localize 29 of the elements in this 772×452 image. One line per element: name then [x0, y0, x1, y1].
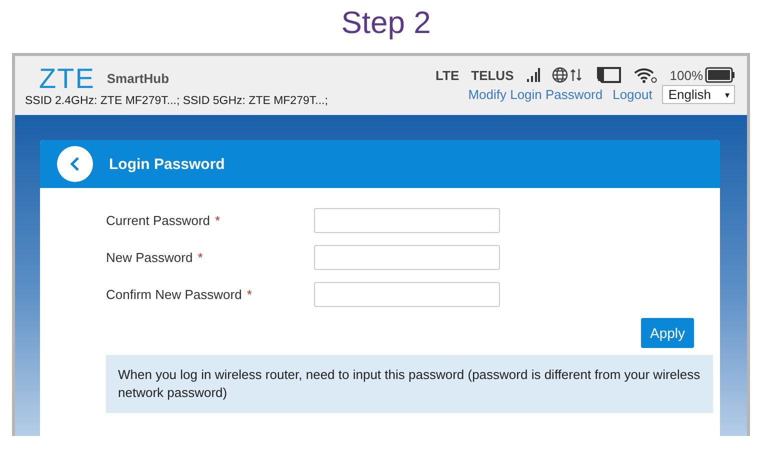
globe-transfer-icon	[552, 67, 584, 83]
password-field[interactable]	[314, 282, 500, 307]
field-label: Current Password	[106, 213, 210, 228]
battery-icon	[705, 67, 735, 83]
step-title: Step 2	[341, 5, 431, 41]
password-field[interactable]	[314, 245, 500, 270]
field-label: Confirm New Password	[106, 287, 242, 302]
required-mark: *	[215, 213, 220, 228]
apply-button[interactable]: Apply	[641, 318, 694, 348]
required-mark: *	[246, 287, 252, 302]
field-label: New Password	[106, 250, 193, 265]
info-note: When you log in wireless router, need to input this password (password is different from your wireless network password)	[106, 355, 713, 413]
back-button[interactable]	[57, 146, 93, 182]
ssid-info: SSID 2.4GHz: ZTE MF279T...; SSID 5GHz: ZTE MF279T...;	[25, 94, 328, 106]
language-select[interactable]: English ▾	[662, 85, 735, 104]
battery-percent: 100%	[670, 68, 703, 82]
carrier-name: TELUS	[471, 68, 514, 82]
sim-card-icon	[596, 67, 622, 83]
required-mark: *	[198, 250, 203, 265]
wifi-icon	[634, 67, 658, 83]
signal-icon	[526, 68, 540, 82]
network-type: LTE	[436, 68, 460, 82]
product-name: SmartHub	[106, 71, 170, 86]
chevron-left-icon	[70, 157, 80, 171]
header-link[interactable]: Logout	[612, 87, 652, 102]
header-link[interactable]: Modify Login Password	[468, 87, 603, 102]
password-field[interactable]	[314, 208, 500, 233]
logo: ZTE	[39, 64, 95, 92]
card-title: Login Password	[109, 156, 225, 172]
